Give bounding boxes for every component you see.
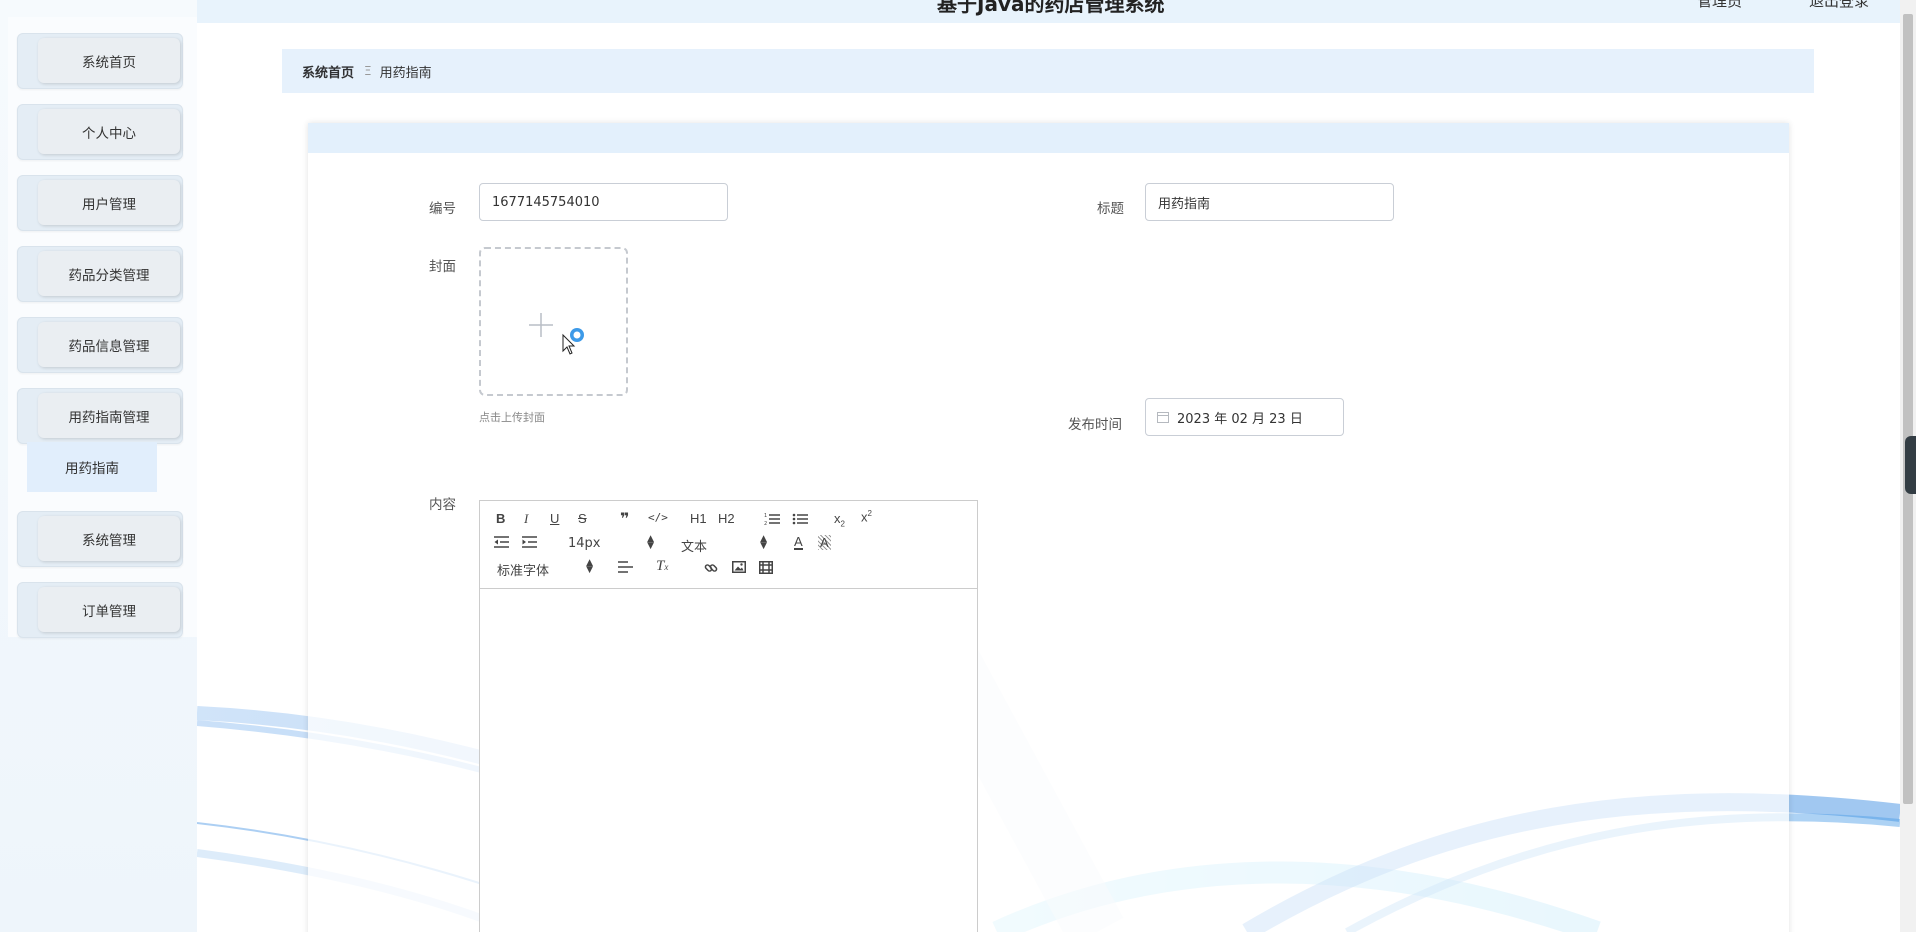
video-icon[interactable]: [759, 561, 773, 574]
user-role-link[interactable]: 管理员: [1697, 0, 1742, 11]
italic-icon[interactable]: I: [524, 511, 528, 527]
background-color-icon[interactable]: A: [818, 535, 831, 550]
sidebar-item-label: 药品信息管理: [38, 322, 180, 367]
svg-text:1: 1: [764, 513, 767, 519]
sidebar-item-order-management[interactable]: 订单管理: [17, 582, 183, 638]
sidebar-item-system-management[interactable]: 系统管理: [17, 511, 183, 567]
indent-icon[interactable]: [522, 536, 537, 548]
svg-text:2: 2: [764, 521, 767, 526]
sidebar-item-label: 药品分类管理: [38, 251, 180, 296]
code-block-icon[interactable]: </>: [648, 511, 668, 524]
title-label: 标题: [1097, 201, 1124, 217]
sidebar-item-user-management[interactable]: 用户管理: [17, 175, 183, 231]
publish-time-label: 发布时间: [1068, 417, 1122, 433]
sidebar-item-label: 个人中心: [38, 109, 180, 154]
blockquote-icon[interactable]: ❞: [620, 509, 629, 528]
app-title: 基于Java的药店管理系统: [937, 0, 1165, 16]
sidebar-item-label: 系统管理: [38, 516, 180, 561]
rich-text-editor: B I U S ❞ </> H1 H2 12 x2 x2 14px ▲ ▼ 文本…: [479, 500, 978, 932]
sidebar-subitem-medication-guide[interactable]: 用药指南: [27, 442, 157, 492]
sidebar: 系统首页 个人中心 用户管理 药品分类管理 药品信息管理 用药指南管理 用药指南…: [0, 0, 198, 932]
select-arrows-icon: ▲ ▼: [647, 534, 654, 551]
clear-format-icon[interactable]: Tx: [656, 558, 668, 575]
image-icon[interactable]: [732, 561, 746, 573]
link-icon[interactable]: [704, 561, 718, 575]
strikethrough-icon[interactable]: S: [578, 511, 587, 526]
font-family-value: 标准字体: [497, 564, 550, 579]
sidebar-item-label: 系统首页: [38, 38, 180, 83]
sidebar-item-label: 订单管理: [38, 587, 180, 632]
form-card-header: [308, 123, 1789, 153]
ordered-list-icon[interactable]: 12: [764, 512, 780, 526]
font-size-select[interactable]: 14px ▲ ▼: [568, 534, 654, 552]
header-2-icon[interactable]: H2: [718, 511, 735, 526]
bullet-list-icon[interactable]: [792, 512, 808, 526]
sidebar-item-label: 用药指南管理: [38, 393, 180, 438]
sidebar-item-label: 用户管理: [38, 180, 180, 225]
editor-toolbar: B I U S ❞ </> H1 H2 12 x2 x2 14px ▲ ▼ 文本…: [480, 501, 977, 589]
sidebar-item-medication-guide-management[interactable]: 用药指南管理: [17, 388, 183, 444]
form-card: 编号 1677145754010 标题 用药指南 封面 点击上传封面 发布时间: [308, 123, 1789, 932]
id-label: 编号: [429, 201, 456, 217]
font-color-icon[interactable]: A: [794, 535, 803, 550]
breadcrumb-separator: Ξ: [364, 64, 372, 78]
underline-icon[interactable]: U: [550, 511, 559, 526]
breadcrumb: 系统首页 Ξ 用药指南: [282, 49, 1814, 93]
title-field-value: 用药指南: [1158, 196, 1211, 212]
select-arrows-icon: ▲ ▼: [760, 534, 767, 551]
select-arrows-icon: ▲ ▼: [586, 558, 593, 575]
scrollbar-thumb[interactable]: [1903, 14, 1913, 804]
cover-upload-box[interactable]: [479, 247, 628, 396]
sidebar-item-home[interactable]: 系统首页: [17, 33, 183, 89]
sidebar-item-personal-center[interactable]: 个人中心: [17, 104, 183, 160]
publish-date-value: 2023 年 02 月 23 日: [1177, 411, 1303, 427]
header-type-select[interactable]: 文本 ▲ ▼: [681, 534, 767, 556]
title-field[interactable]: 用药指南: [1145, 183, 1394, 221]
calendar-icon: [1157, 411, 1169, 423]
subscript-icon[interactable]: x2: [834, 511, 845, 529]
breadcrumb-home-link[interactable]: 系统首页: [302, 62, 354, 81]
cover-label: 封面: [429, 259, 456, 275]
logout-link[interactable]: 退出登录: [1809, 0, 1869, 11]
side-floating-tab[interactable]: [1905, 436, 1916, 494]
superscript-icon[interactable]: x2: [861, 509, 872, 524]
font-size-value: 14px: [568, 536, 601, 551]
plus-icon: [529, 313, 584, 355]
top-bar: 基于Java的药店管理系统 管理员 退出登录: [197, 0, 1900, 24]
cover-upload-hint: 点击上传封面: [479, 411, 545, 424]
publish-date-picker[interactable]: 2023 年 02 月 23 日: [1145, 398, 1344, 436]
font-family-select[interactable]: 标准字体 ▲ ▼: [497, 558, 593, 580]
bold-icon[interactable]: B: [496, 511, 505, 526]
breadcrumb-current: 用药指南: [379, 65, 432, 81]
header-type-value: 文本: [681, 540, 708, 555]
id-field-value: 1677145754010: [492, 194, 600, 210]
align-icon[interactable]: [618, 561, 633, 573]
editor-content-area[interactable]: [480, 590, 977, 932]
content-label: 内容: [429, 497, 456, 513]
id-field[interactable]: 1677145754010: [479, 183, 728, 221]
sidebar-item-drug-category[interactable]: 药品分类管理: [17, 246, 183, 302]
sidebar-item-drug-info[interactable]: 药品信息管理: [17, 317, 183, 373]
outdent-icon[interactable]: [494, 536, 509, 548]
header-1-icon[interactable]: H1: [690, 511, 707, 526]
main-content: 系统首页 Ξ 用药指南 编号 1677145754010 标题 用药指南 封面 …: [197, 23, 1900, 932]
